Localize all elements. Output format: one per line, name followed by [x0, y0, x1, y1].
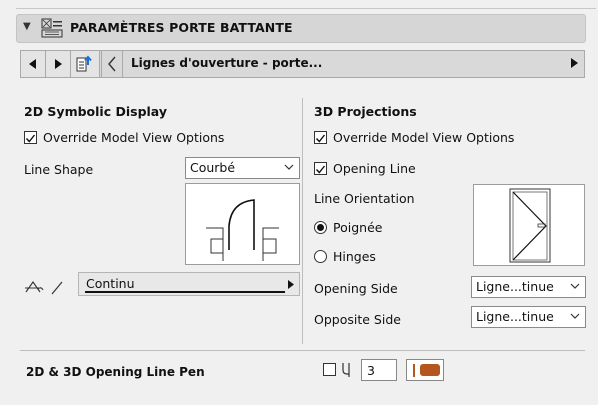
pen-number-field[interactable]: 3 — [361, 359, 397, 381]
override-2d-checkbox[interactable] — [24, 131, 37, 144]
opening-line-label: Opening Line — [333, 161, 416, 176]
submenu-arrow-icon — [288, 280, 294, 289]
override-3d-label: Override Model View Options — [333, 130, 515, 145]
curved-door-symbol-icon — [206, 199, 279, 261]
line-type-select[interactable]: Continu — [78, 272, 300, 296]
collapse-triangle-icon[interactable]: ▼ — [23, 21, 31, 32]
handle-radio[interactable] — [314, 221, 327, 234]
arrow-left-icon — [29, 59, 36, 69]
line-type-value: Continu — [86, 276, 135, 291]
line-orientation-label: Line Orientation — [314, 191, 415, 206]
hinges-radio-label: Hinges — [333, 249, 376, 264]
checkmark-icon — [25, 134, 36, 143]
door-settings-icon — [41, 18, 63, 38]
line-type-icon — [25, 281, 63, 295]
next-button[interactable] — [46, 51, 71, 77]
opposite-side-label: Opposite Side — [314, 312, 401, 327]
override-2d-label: Override Model View Options — [43, 130, 225, 145]
line-type-sample — [85, 291, 285, 293]
line-shape-select[interactable]: Courbé — [185, 157, 300, 179]
pen-icon — [342, 363, 350, 377]
chevron-down-icon — [570, 283, 580, 289]
section-divider — [20, 350, 585, 351]
tree-view-button[interactable] — [71, 51, 100, 77]
bracket-icon — [101, 51, 123, 77]
orientation-preview — [473, 184, 585, 266]
panel-title: PARAMÈTRES PORTE BATTANTE — [70, 20, 293, 35]
line-shape-preview — [185, 183, 300, 265]
override-3d-row[interactable]: Override Model View Options — [314, 130, 514, 145]
pen-label: 2D & 3D Opening Line Pen — [26, 365, 205, 379]
pen-number-value: 3 — [367, 363, 375, 378]
arrow-right-icon — [55, 59, 62, 69]
orientation-option-hinges[interactable]: Hinges — [314, 249, 376, 264]
line-shape-value: Courbé — [190, 160, 236, 175]
checkmark-icon — [315, 134, 326, 143]
panel-header[interactable]: ▼ PARAMÈTRES PORTE BATTANTE — [16, 14, 586, 43]
checkmark-icon — [315, 165, 326, 174]
opposite-side-value: Ligne...tinue — [476, 309, 554, 324]
orientation-option-handle[interactable]: Poignée — [314, 220, 382, 235]
tree-up-icon — [76, 55, 92, 72]
symbolic-2d-title: 2D Symbolic Display — [24, 104, 167, 119]
pen-checkbox[interactable] — [323, 363, 336, 376]
override-2d-row[interactable]: Override Model View Options — [24, 130, 224, 145]
opening-side-value: Ligne...tinue — [476, 279, 554, 294]
chevron-down-icon — [570, 313, 580, 319]
hinges-radio[interactable] — [314, 250, 327, 263]
submenu-arrow-icon[interactable] — [571, 58, 578, 68]
projections-3d-title: 3D Projections — [314, 104, 417, 119]
opening-side-select[interactable]: Ligne...tinue — [471, 276, 586, 298]
pen-color-button[interactable] — [406, 359, 444, 381]
chevron-down-icon — [284, 164, 294, 170]
door-elevation-icon — [509, 188, 551, 263]
handle-radio-label: Poignée — [333, 220, 383, 235]
column-divider — [302, 98, 303, 344]
opposite-side-select[interactable]: Ligne...tinue — [471, 306, 586, 328]
opening-side-label: Opening Side — [314, 281, 398, 296]
line-shape-label: Line Shape — [24, 162, 94, 177]
top-separator — [16, 8, 596, 9]
opening-line-checkbox[interactable] — [314, 162, 327, 175]
previous-button[interactable] — [21, 51, 46, 77]
opening-line-row[interactable]: Opening Line — [314, 161, 416, 176]
navigator-bar: Lignes d'ouverture - porte... — [20, 50, 585, 78]
pen-color-swatch — [420, 364, 440, 376]
override-3d-checkbox[interactable] — [314, 131, 327, 144]
navigator-label[interactable]: Lignes d'ouverture - porte... — [131, 56, 322, 70]
pen-color-divider — [413, 364, 415, 377]
